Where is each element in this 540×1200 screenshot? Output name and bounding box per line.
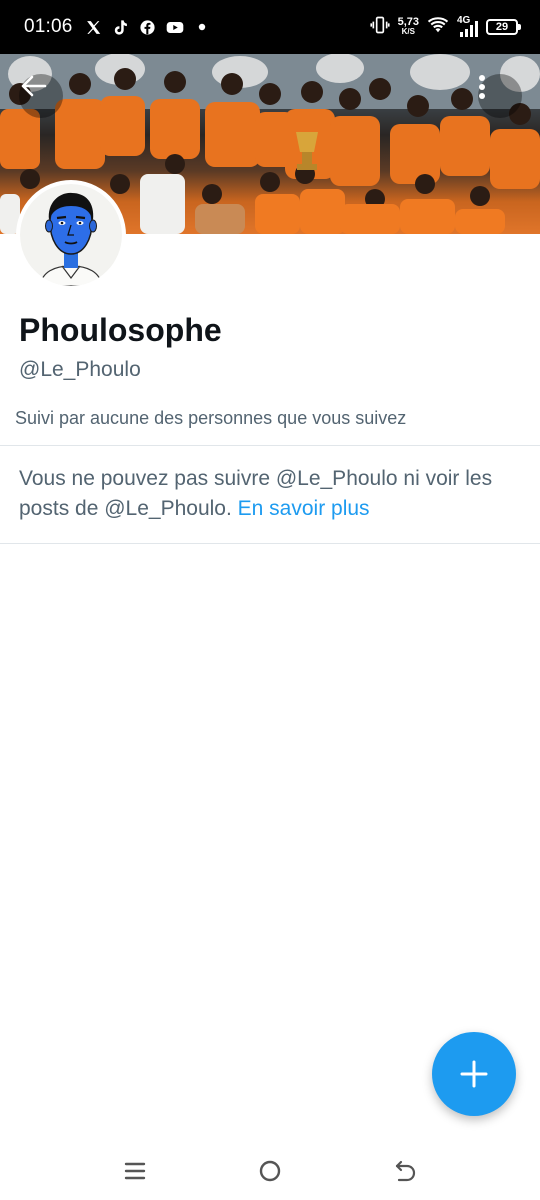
network-speed-value: 5,73 bbox=[397, 16, 419, 28]
profile-handle: @Le_Phoulo bbox=[19, 358, 141, 381]
recent-apps-button[interactable] bbox=[122, 1158, 148, 1184]
notification-icons bbox=[85, 18, 211, 36]
status-time: 01:06 bbox=[24, 16, 73, 37]
system-status-icons: 5,73 K/S 4G 29 bbox=[369, 15, 521, 40]
system-back-button[interactable] bbox=[392, 1158, 418, 1184]
plus-icon bbox=[460, 1060, 488, 1088]
arrow-left-icon bbox=[21, 75, 47, 97]
profile-display-name: Phoulosophe bbox=[19, 312, 222, 348]
network-speed-unit: K/S bbox=[401, 27, 415, 36]
dot-icon bbox=[193, 18, 211, 36]
followed-by-text: Suivi par aucune des personnes que vous … bbox=[15, 408, 407, 428]
more-options-button[interactable] bbox=[478, 74, 522, 118]
wifi-icon bbox=[427, 16, 449, 39]
divider-bottom bbox=[0, 543, 540, 544]
divider-top bbox=[0, 445, 540, 446]
status-bar: 01:06 5,73 K/S 4G 29 bbox=[0, 0, 540, 54]
tiktok-icon bbox=[112, 18, 130, 36]
network-type: 4G bbox=[457, 15, 471, 26]
more-vertical-icon bbox=[479, 75, 485, 99]
network-speed: 5,73 K/S bbox=[398, 17, 419, 37]
blocked-notice: Vous ne pouvez pas suivre @Le_Phoulo ni … bbox=[19, 464, 519, 524]
system-nav-bar bbox=[0, 1140, 540, 1200]
battery-level: 29 bbox=[495, 21, 509, 33]
cell-signal-icon: 4G bbox=[457, 15, 478, 37]
facebook-icon bbox=[139, 18, 157, 36]
back-icon bbox=[395, 1160, 416, 1182]
profile-avatar[interactable] bbox=[16, 180, 126, 290]
battery-icon: 29 bbox=[486, 19, 521, 35]
avatar-illustration bbox=[20, 184, 122, 286]
x-logo-icon bbox=[85, 18, 103, 36]
home-button[interactable] bbox=[257, 1158, 283, 1184]
back-button[interactable] bbox=[19, 74, 63, 118]
vibrate-icon bbox=[369, 15, 390, 40]
home-circle-icon bbox=[259, 1160, 281, 1182]
learn-more-link[interactable]: En savoir plus bbox=[238, 497, 370, 520]
youtube-icon bbox=[166, 18, 184, 36]
compose-post-button[interactable] bbox=[432, 1032, 516, 1116]
menu-icon bbox=[124, 1162, 146, 1180]
